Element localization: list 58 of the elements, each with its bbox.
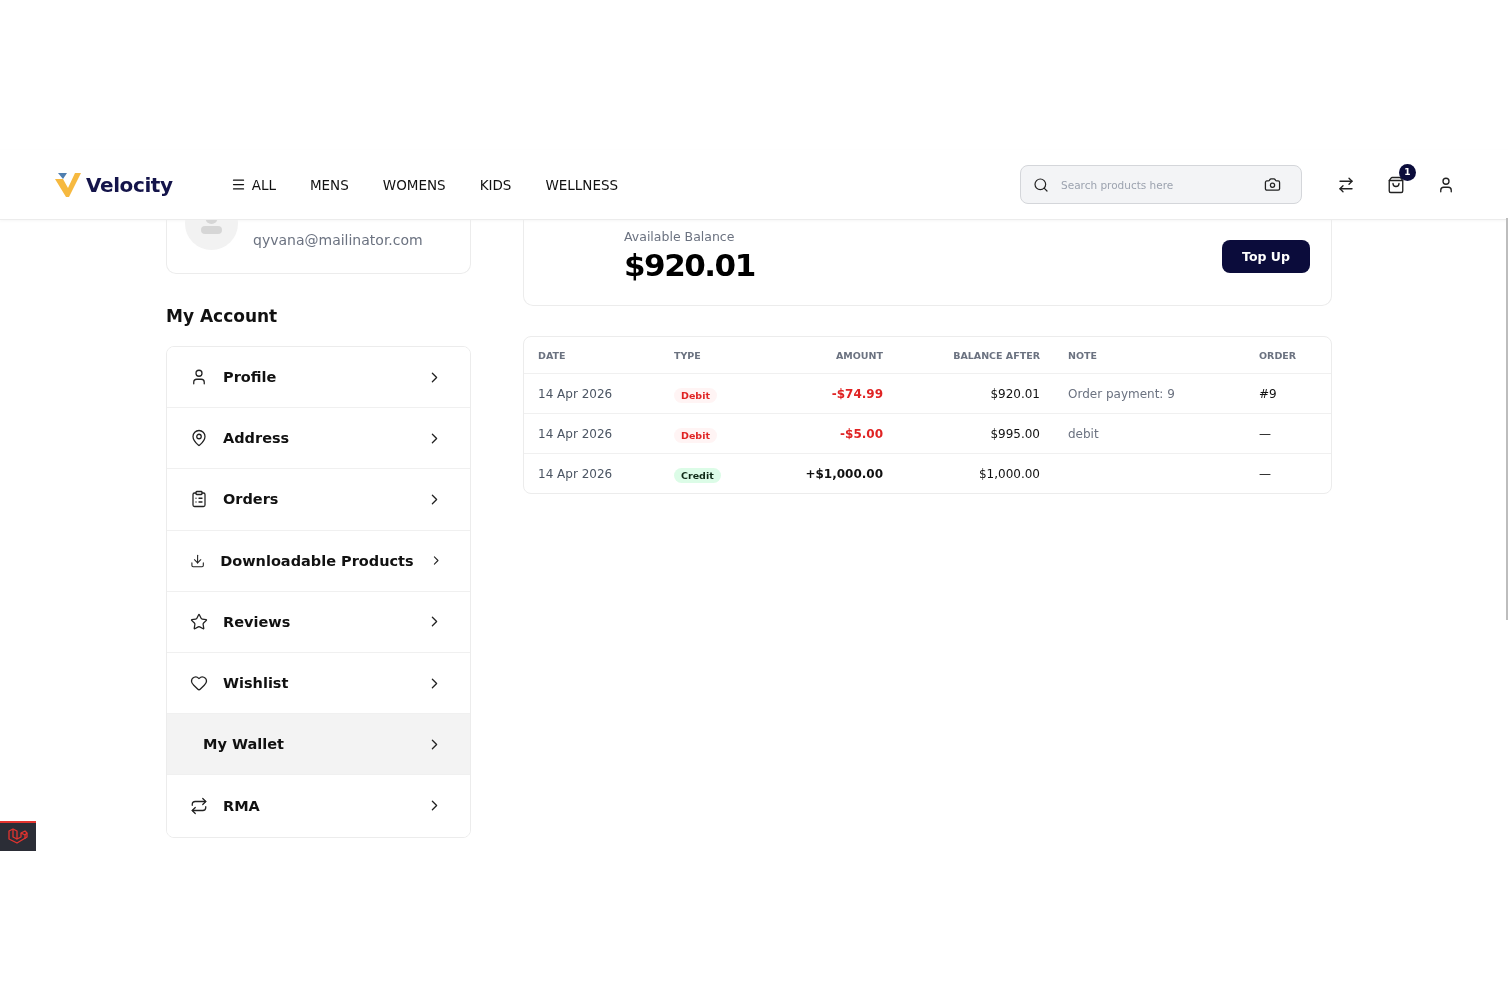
user-email: qyvana@mailinator.com	[253, 232, 423, 248]
section-title: My Account	[166, 306, 279, 326]
scrollbar[interactable]	[1506, 218, 1508, 620]
nav-link[interactable]: WELLNESS	[545, 176, 619, 193]
table-cell-text: -$74.99	[830, 386, 884, 401]
clipboard-icon	[190, 490, 208, 509]
menu-icon	[230, 177, 246, 192]
column-header: ORDER	[1258, 349, 1298, 361]
top-up-button[interactable]: Top Up	[1222, 240, 1310, 273]
table-cell-text: Order payment: 9	[1067, 386, 1176, 401]
column-header: BALANCE AFTER	[952, 349, 1041, 361]
account-menu-item[interactable]: My Wallet	[167, 714, 470, 776]
search-icon	[1033, 176, 1049, 193]
type-badge: Debit	[674, 388, 717, 403]
table-cell-text: 14 Apr 2026	[537, 426, 614, 441]
type-badge: Debit	[674, 428, 717, 443]
nav-link[interactable]: MENS	[309, 176, 349, 193]
balance-label: Available Balance	[624, 228, 736, 245]
column-header: AMOUNT	[834, 349, 884, 361]
nav-link[interactable]: KIDS	[479, 176, 512, 193]
user-icon	[1437, 175, 1455, 194]
compare-button[interactable]	[1337, 175, 1355, 194]
bag-icon	[1387, 175, 1405, 194]
heart-icon	[190, 674, 208, 693]
table-cell-text: —	[1258, 466, 1272, 481]
swap-arrows-icon	[1337, 175, 1355, 194]
logo-icon	[8, 828, 28, 846]
table-cell-text: +$1,000.00	[804, 466, 884, 481]
swap-arrows-icon	[190, 796, 208, 815]
table-cell-text: 14 Apr 2026	[537, 466, 614, 481]
table-cell-text: $920.01	[989, 386, 1041, 401]
nav-link[interactable]: ALL	[230, 176, 276, 193]
cart-button[interactable]	[1387, 175, 1405, 194]
nav-link[interactable]: WOMENS	[382, 176, 446, 193]
user-icon	[190, 368, 208, 387]
column-header: NOTE	[1067, 349, 1098, 361]
map-pin-icon	[190, 429, 208, 448]
table-cell-text: debit	[1067, 426, 1100, 441]
table-cell-text: #9	[1258, 386, 1278, 401]
account-button[interactable]	[1437, 175, 1455, 194]
table-cell-text: $995.00	[989, 426, 1041, 441]
search-input[interactable]: Search products here	[1059, 173, 1254, 196]
column-header: TYPE	[673, 349, 702, 361]
search-field[interactable]: Search products here	[1020, 165, 1302, 204]
table-cell-text: -$5.00	[839, 426, 884, 441]
table-cell-text: 14 Apr 2026	[537, 386, 614, 401]
type-badge: Credit	[674, 468, 721, 483]
table-cell-text: $1,000.00	[977, 466, 1041, 481]
star-icon	[190, 612, 208, 631]
cart-count-badge: 1	[1399, 163, 1416, 181]
v-logo-icon	[55, 172, 81, 197]
balance-amount: $920.01	[624, 246, 755, 285]
account-menu-item[interactable]: Profile	[167, 347, 470, 409]
debug-bar-button[interactable]	[0, 821, 36, 851]
table-cell-text: —	[1258, 426, 1272, 441]
column-header: DATE	[537, 349, 567, 361]
camera-icon[interactable]	[1264, 176, 1281, 193]
logo[interactable]: Velocity	[55, 172, 173, 197]
